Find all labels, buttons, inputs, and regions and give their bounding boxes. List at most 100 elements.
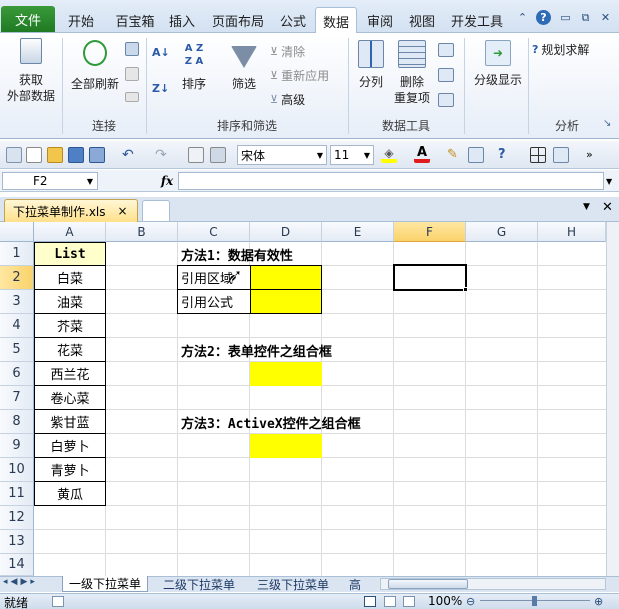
sheet-tab-2[interactable]: 二级下拉菜单 [156, 576, 242, 592]
worksheet-grid[interactable]: A B C D E F G H 1 2 3 4 5 6 7 8 9 10 11 … [0, 222, 606, 576]
save-icon[interactable] [68, 147, 84, 163]
reapply-button[interactable]: ⊻ 重新应用 [270, 64, 329, 86]
row-header[interactable]: 14 [0, 554, 34, 576]
method1-title[interactable]: 方法1：数据有效性 [178, 242, 378, 266]
print-icon[interactable] [210, 147, 226, 163]
column-header-e[interactable]: E [322, 222, 394, 242]
sort-descending-icon[interactable]: Z↓ [152, 82, 169, 95]
list-item[interactable]: 卷心菜 [34, 385, 106, 410]
method2-combo-box[interactable] [250, 362, 322, 386]
tab-developer[interactable]: 开发工具 [448, 8, 506, 32]
row-header[interactable]: 9 [0, 434, 34, 458]
column-header-a[interactable]: A [34, 222, 106, 242]
list-item[interactable]: 油菜 [34, 289, 106, 314]
clear-button[interactable]: ⊻ 清除 [270, 40, 305, 62]
advanced-filter-button[interactable]: ⊻ 高级 [270, 88, 305, 110]
row-header[interactable]: 12 [0, 506, 34, 530]
tab-page-layout[interactable]: 页面布局 [208, 8, 268, 32]
open-folder-icon[interactable] [47, 147, 63, 163]
fill-color-icon[interactable]: ◈ [381, 147, 397, 163]
toolbar-overflow-icon[interactable]: » [586, 147, 602, 163]
row-header[interactable]: 3 [0, 290, 34, 314]
list-item[interactable]: 青萝卜 [34, 457, 106, 482]
borders-icon[interactable] [530, 147, 546, 163]
list-item[interactable]: 芥菜 [34, 313, 106, 338]
tab-list-icon[interactable]: ▼ [583, 202, 590, 212]
row-header[interactable]: 4 [0, 314, 34, 338]
solver-button[interactable]: ? 规划求解 [532, 38, 589, 60]
zoom-in-icon[interactable]: ⊕ [594, 595, 603, 608]
list-item[interactable]: 黄瓜 [34, 481, 106, 506]
sort-ascending-icon[interactable]: A↓ [152, 46, 170, 59]
redo-icon[interactable]: ↷ [155, 147, 171, 163]
new-file-icon[interactable] [26, 147, 42, 163]
tab-review[interactable]: 审阅 [362, 8, 398, 32]
minimize-icon[interactable]: ▭ [558, 10, 573, 25]
dialog-launcher-icon[interactable]: ↘ [603, 118, 613, 132]
zoom-out-icon[interactable]: ⊖ [466, 595, 475, 608]
method3-activex-combo[interactable] [250, 434, 322, 458]
column-header-c[interactable]: C [178, 222, 250, 242]
connections-icon[interactable] [125, 42, 139, 56]
list-item[interactable]: 紫甘蓝 [34, 409, 106, 434]
fill-handle[interactable] [463, 287, 468, 292]
tab-baibao[interactable]: 百宝箱 [110, 8, 160, 32]
restore-icon[interactable]: ⧉ [578, 10, 593, 25]
data-validation-icon[interactable] [438, 43, 454, 57]
formula-input[interactable] [178, 172, 604, 190]
name-box[interactable]: F2 ▼ [2, 172, 98, 190]
zoom-slider-thumb[interactable] [532, 596, 537, 606]
normal-view-icon[interactable] [364, 596, 376, 607]
new-document-tab[interactable] [142, 200, 170, 222]
row-header[interactable]: 5 [0, 338, 34, 362]
what-if-icon[interactable] [438, 93, 454, 107]
column-header-b[interactable]: B [106, 222, 178, 242]
filter-button[interactable]: 筛选 [226, 42, 262, 92]
list-item[interactable]: 白菜 [34, 265, 106, 290]
row-header[interactable]: 6 [0, 362, 34, 386]
help-icon[interactable]: ? [536, 10, 551, 25]
insert-function-icon[interactable]: fx [157, 172, 177, 190]
row-header[interactable]: 13 [0, 530, 34, 554]
sheet-tab-4[interactable]: 高 [344, 576, 366, 592]
consolidate-icon[interactable] [438, 68, 454, 82]
list-header-cell[interactable]: List [34, 242, 106, 266]
close-icon[interactable]: ✕ [598, 10, 613, 25]
method1-dropdown-formula[interactable] [250, 289, 322, 314]
help-pointer-icon[interactable]: ? [498, 147, 514, 163]
tab-home[interactable]: 开始 [62, 8, 100, 32]
tab-formulas[interactable]: 公式 [275, 8, 311, 32]
sheet-nav-icon[interactable]: ◂◀▶▸ [3, 577, 38, 587]
active-cell-f2[interactable] [393, 264, 467, 291]
refresh-all-button[interactable]: 全部刷新 [68, 40, 122, 92]
column-header-g[interactable]: G [466, 222, 538, 242]
page-break-view-icon[interactable] [403, 596, 415, 607]
document-tab[interactable]: 下拉菜单制作.xls × [4, 199, 138, 222]
edit-links-icon[interactable] [125, 92, 139, 102]
tab-file[interactable]: 文件 [1, 6, 55, 32]
page-layout-view-icon[interactable] [384, 596, 396, 607]
sheet-tab-1[interactable]: 一级下拉菜单 [62, 576, 148, 592]
column-header-h[interactable]: H [538, 222, 606, 242]
properties-icon[interactable] [125, 67, 139, 81]
list-item[interactable]: 西兰花 [34, 361, 106, 386]
font-name-select[interactable]: 宋体 ▼ [237, 145, 327, 165]
column-header-d[interactable]: D [250, 222, 322, 242]
row-header[interactable]: 10 [0, 458, 34, 482]
outline-button[interactable]: ➜ 分级显示 [470, 40, 526, 88]
remove-duplicates-button[interactable]: 删除 重复项 [392, 40, 432, 106]
sheet-tab-3[interactable]: 三级下拉菜单 [250, 576, 336, 592]
ribbon-collapse-icon[interactable]: ⌃ [515, 10, 530, 25]
macro-record-icon[interactable] [52, 596, 64, 607]
row-header[interactable]: 11 [0, 482, 34, 506]
method1-dropdown-range[interactable] [250, 265, 322, 290]
expand-formula-icon[interactable]: ▼ [606, 173, 616, 189]
list-item[interactable]: 白萝卜 [34, 433, 106, 458]
method1-label-formula[interactable]: 引用公式 [177, 289, 251, 314]
row-header[interactable]: 7 [0, 386, 34, 410]
get-external-data-button[interactable]: 获取 外部数据 [2, 38, 60, 104]
tab-insert[interactable]: 插入 [164, 8, 200, 32]
method2-title[interactable]: 方法2：表单控件之组合框 [178, 338, 418, 362]
method3-title[interactable]: 方法3：ActiveX控件之组合框 [178, 410, 438, 434]
column-header-f[interactable]: F [394, 222, 466, 242]
